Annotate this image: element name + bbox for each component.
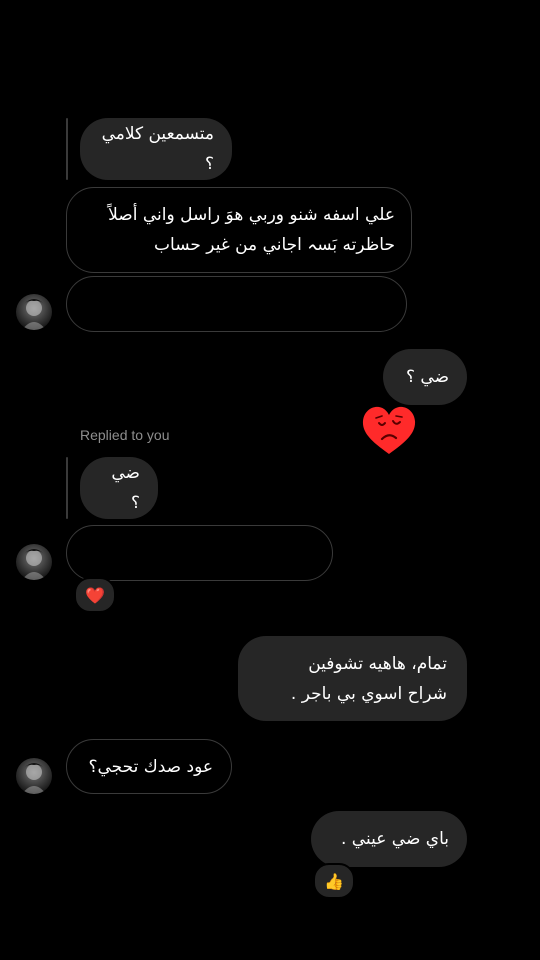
quote-line (66, 457, 68, 519)
quoted-message-text: متسمعين كلامي ؟ (101, 124, 214, 174)
heart-reaction-badge[interactable]: ❤️ (74, 577, 116, 613)
avatar-image-icon (22, 549, 46, 580)
received-message-text: عود صدك تحجي؟ (88, 756, 213, 777)
avatar[interactable] (16, 544, 52, 580)
thumbs-up-reaction-icon: 👍 (324, 871, 344, 891)
sent-message-text: باي ضي عيني . (340, 829, 449, 849)
sent-message-bubble[interactable]: تمام، هاهيه تشوفين شراح اسوي بي باجر . (238, 636, 467, 721)
avatar[interactable] (16, 294, 52, 330)
avatar[interactable] (16, 758, 52, 794)
sent-message-bubble[interactable]: باي ضي عيني . (311, 811, 467, 867)
quoted-message-bubble[interactable]: متسمعين كلامي ؟ (80, 118, 232, 180)
reply-message-text: علي اسفه شنو وربي هوَ راسل واني أصلاً حا… (108, 205, 395, 255)
quoted-message-bubble[interactable]: ضي ؟ (80, 457, 158, 519)
replied-to-you-label: Replied to you (80, 427, 170, 443)
quote-line (66, 118, 68, 180)
sent-message-text: تمام، هاهيه تشوفين شراح اسوي بي باجر . (290, 653, 447, 704)
empty-message-bubble[interactable] (66, 525, 333, 581)
sent-message-bubble[interactable]: ضي ؟ (383, 349, 467, 405)
sent-message-text: ضي ؟ (405, 367, 449, 387)
received-message-bubble[interactable]: عود صدك تحجي؟ (66, 739, 232, 794)
heart-reaction-icon: ❤️ (85, 585, 105, 605)
reply-message-bubble[interactable]: علي اسفه شنو وربي هوَ راسل واني أصلاً حا… (66, 187, 412, 273)
avatar-image-icon (22, 763, 46, 794)
empty-message-bubble[interactable] (66, 276, 407, 332)
sad-heart-sticker-icon[interactable] (360, 405, 418, 457)
thumbs-up-reaction-badge[interactable]: 👍 (313, 863, 355, 899)
avatar-image-icon (22, 299, 46, 330)
quoted-message-text: ضي ؟ (111, 463, 140, 513)
